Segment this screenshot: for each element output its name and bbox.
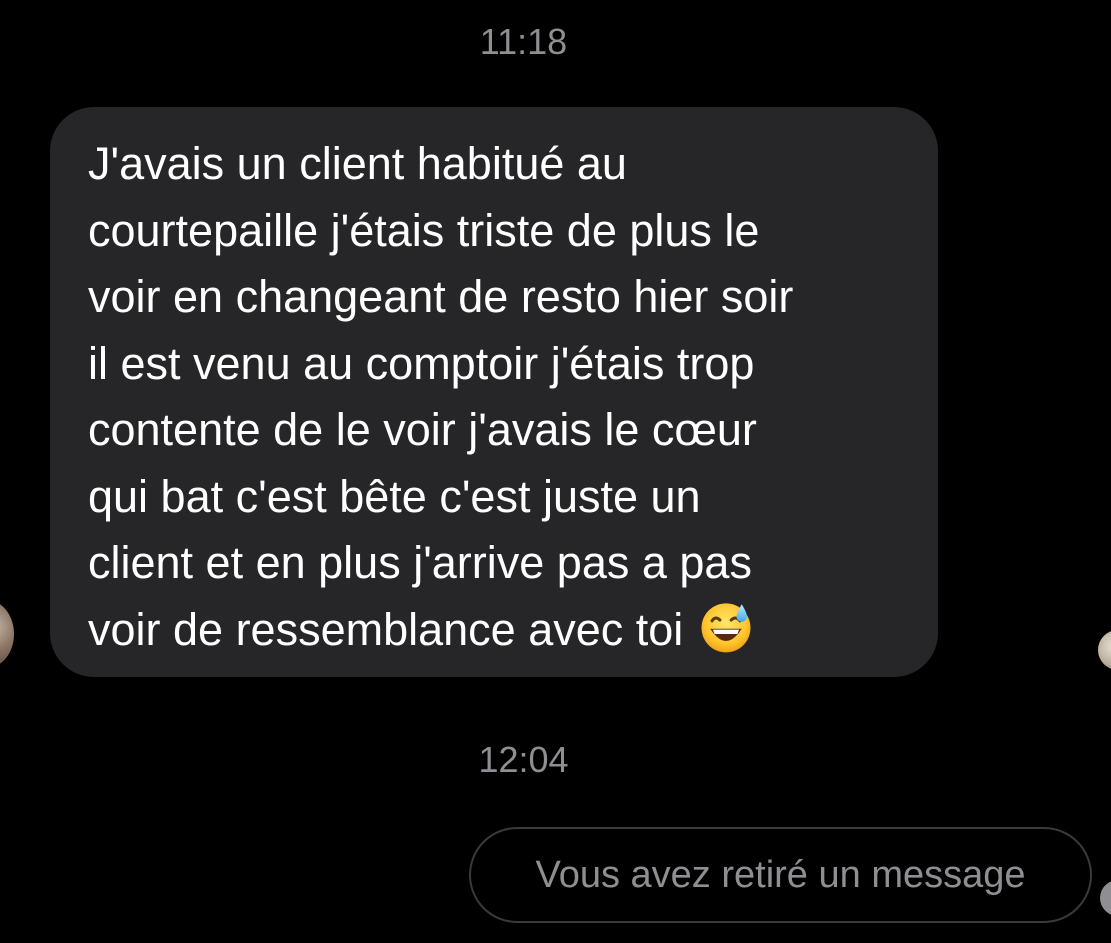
timestamp-2: 12:04 xyxy=(478,739,569,780)
message-line: il est venu au comptoir j'étais trop xyxy=(88,337,755,389)
message-line: client et en plus j'arrive pas a pas xyxy=(88,537,752,588)
avatar-right[interactable] xyxy=(1098,630,1111,670)
timestamp-1: 11:18 xyxy=(479,21,568,62)
message-line: courtepaille j'étais triste de plus le xyxy=(88,204,760,256)
message-line: voir en changeant de resto hier soir xyxy=(88,271,794,322)
avatar-left[interactable] xyxy=(0,600,14,668)
avatar-right-small[interactable] xyxy=(1100,880,1111,916)
incoming-message-text: J'avais un client habitué au courtepaill… xyxy=(88,131,908,663)
removed-message-bubble[interactable]: Vous avez retiré un message xyxy=(469,827,1092,923)
removed-message-text: Vous avez retiré un message xyxy=(535,854,1026,896)
message-line: qui bat c'est bête c'est juste un xyxy=(88,470,701,522)
incoming-message-bubble[interactable]: J'avais un client habitué au courtepaill… xyxy=(50,107,938,677)
message-line: J'avais un client habitué au xyxy=(88,138,627,189)
message-line: contente de le voir j'avais le cœur xyxy=(88,404,757,455)
message-line: voir de ressemblance avec toi xyxy=(88,603,684,655)
grinning-face-with-sweat-icon xyxy=(701,602,751,652)
